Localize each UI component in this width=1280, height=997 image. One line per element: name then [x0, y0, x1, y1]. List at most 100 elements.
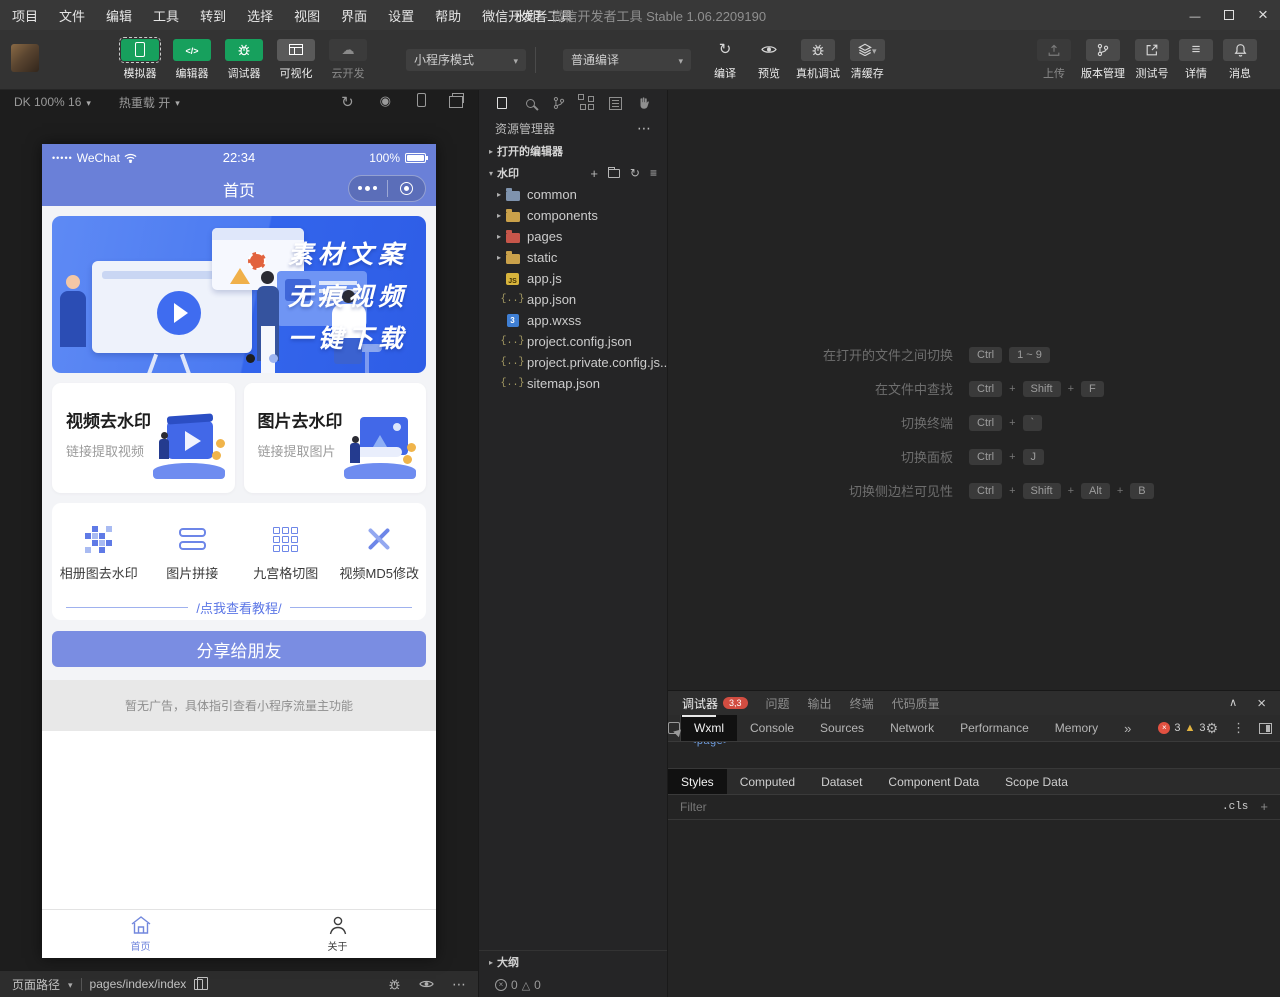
- clear-cache-button[interactable]: 清缓存: [850, 39, 885, 81]
- menu-devtools[interactable]: 微信开发者工具: [482, 6, 573, 25]
- maximize-button[interactable]: [1212, 0, 1246, 30]
- more-tabs-icon[interactable]: [1111, 715, 1144, 741]
- tab-terminal[interactable]: 终端: [850, 695, 874, 712]
- wxml-tree-area[interactable]: <page>: [668, 742, 1280, 769]
- close-button[interactable]: [1246, 0, 1280, 30]
- close-icon[interactable]: [1257, 695, 1266, 712]
- dock-side-icon[interactable]: [1259, 723, 1272, 734]
- test-account-button[interactable]: 测试号: [1135, 39, 1169, 81]
- album-watermark-item[interactable]: 相册图去水印: [52, 523, 146, 582]
- more-icon[interactable]: [637, 120, 651, 137]
- tab-about[interactable]: 关于: [239, 910, 436, 958]
- avatar[interactable]: [11, 44, 39, 72]
- refresh-icon[interactable]: [630, 166, 640, 180]
- page-path-label[interactable]: 页面路径: [12, 976, 60, 993]
- problems-summary[interactable]: 0 0: [479, 973, 667, 997]
- home-capsule-button[interactable]: [388, 182, 426, 195]
- new-folder-icon[interactable]: [608, 169, 620, 178]
- tab-wxml[interactable]: Wxml: [681, 715, 737, 741]
- cloud-dev-toggle[interactable]: 云开发: [327, 39, 369, 81]
- editor-toggle[interactable]: 编辑器: [171, 39, 213, 81]
- image-watermark-card[interactable]: 图片去水印 链接提取图片: [244, 383, 427, 493]
- tree-folder-static[interactable]: static: [479, 247, 667, 268]
- tree-folder-pages[interactable]: pages: [479, 226, 667, 247]
- menu-help[interactable]: 帮助: [435, 6, 461, 25]
- tab-sources[interactable]: Sources: [807, 715, 877, 741]
- device-selector[interactable]: DK 100% 16: [14, 95, 91, 109]
- multi-window-icon[interactable]: [452, 93, 464, 103]
- upload-button[interactable]: 上传: [1037, 39, 1071, 81]
- console-badges[interactable]: 3 3: [1158, 722, 1205, 734]
- menu-project[interactable]: 项目: [12, 6, 38, 25]
- tab-memory[interactable]: Memory: [1042, 715, 1111, 741]
- banner-carousel[interactable]: 素材文案 无痕视频 一键下载: [52, 216, 426, 373]
- tab-code-quality[interactable]: 代码质量: [892, 695, 940, 712]
- image-splice-item[interactable]: 图片拼接: [146, 523, 240, 582]
- tree-file-appwxss[interactable]: app.wxss: [479, 310, 667, 331]
- mock-icon[interactable]: [635, 94, 653, 112]
- eye-icon[interactable]: [419, 979, 434, 989]
- compile-button[interactable]: 编译: [708, 39, 742, 81]
- visual-toggle[interactable]: 可视化: [275, 39, 317, 81]
- more-menu-button[interactable]: [349, 186, 387, 191]
- tree-file-privateconfig[interactable]: project.private.config.js...: [479, 352, 667, 373]
- messages-button[interactable]: 消息: [1223, 39, 1257, 81]
- version-control-button[interactable]: 版本管理: [1081, 39, 1125, 81]
- tutorial-link[interactable]: /点我查看教程/: [66, 598, 412, 617]
- tab-output[interactable]: 输出: [808, 695, 832, 712]
- tab-computed[interactable]: Computed: [727, 769, 808, 794]
- inspect-element-button[interactable]: [668, 715, 681, 741]
- open-editors-section[interactable]: 打开的编辑器: [479, 140, 667, 162]
- files-icon[interactable]: [493, 94, 511, 112]
- tab-console[interactable]: Console: [737, 715, 807, 741]
- minimize-button[interactable]: [1178, 0, 1212, 30]
- package-icon[interactable]: [607, 94, 625, 112]
- menu-tools[interactable]: 工具: [153, 6, 179, 25]
- tab-performance[interactable]: Performance: [947, 715, 1042, 741]
- simulator-toggle[interactable]: 模拟器: [119, 39, 161, 81]
- refresh-icon[interactable]: [341, 93, 354, 111]
- more-icon[interactable]: [452, 976, 466, 993]
- tree-folder-common[interactable]: common: [479, 184, 667, 205]
- record-icon[interactable]: [380, 93, 391, 111]
- tab-dataset[interactable]: Dataset: [808, 769, 875, 794]
- tree-folder-components[interactable]: components: [479, 205, 667, 226]
- tab-home[interactable]: 首页: [42, 910, 239, 958]
- tab-scope-data[interactable]: Scope Data: [992, 769, 1081, 794]
- tree-file-projectconfig[interactable]: project.config.json: [479, 331, 667, 352]
- tab-debugger[interactable]: 调试器 3,3: [682, 695, 748, 712]
- hot-reload-selector[interactable]: 热重载 开: [119, 94, 180, 111]
- preview-button[interactable]: 预览: [752, 39, 786, 81]
- details-button[interactable]: 详情: [1179, 39, 1213, 81]
- menu-interface[interactable]: 界面: [341, 6, 367, 25]
- tab-styles[interactable]: Styles: [668, 769, 727, 794]
- bug-icon[interactable]: [388, 978, 401, 991]
- tree-file-appjson[interactable]: app.json: [479, 289, 667, 310]
- video-md5-item[interactable]: 视频MD5修改: [333, 523, 427, 582]
- extensions-icon[interactable]: [578, 94, 596, 112]
- menu-goto[interactable]: 转到: [200, 6, 226, 25]
- debugger-toggle[interactable]: 调试器: [223, 39, 265, 81]
- menu-settings[interactable]: 设置: [388, 6, 414, 25]
- phone-icon[interactable]: [417, 93, 426, 107]
- device-debug-button[interactable]: 真机调试: [796, 39, 840, 81]
- menu-view[interactable]: 视图: [294, 6, 320, 25]
- compile-mode-select[interactable]: 普通编译: [563, 49, 691, 71]
- collapse-all-icon[interactable]: [650, 166, 657, 180]
- outline-section[interactable]: 大纲: [479, 951, 667, 973]
- menu-edit[interactable]: 编辑: [106, 6, 132, 25]
- gear-icon[interactable]: [1206, 720, 1219, 737]
- kebab-menu-icon[interactable]: [1232, 720, 1245, 736]
- tab-network[interactable]: Network: [877, 715, 947, 741]
- project-root-section[interactable]: 水印: [479, 162, 667, 184]
- cls-toggle[interactable]: .cls: [1222, 801, 1248, 813]
- video-watermark-card[interactable]: 视频去水印 链接提取视频: [52, 383, 235, 493]
- tree-file-appjs[interactable]: app.js: [479, 268, 667, 289]
- copy-icon[interactable]: [194, 979, 203, 990]
- new-rule-icon[interactable]: [1260, 798, 1268, 816]
- chevron-up-icon[interactable]: [1229, 695, 1237, 712]
- share-button[interactable]: 分享给朋友: [52, 631, 426, 667]
- search-icon[interactable]: [521, 94, 539, 112]
- tab-component-data[interactable]: Component Data: [875, 769, 992, 794]
- mode-select[interactable]: 小程序模式: [406, 49, 526, 71]
